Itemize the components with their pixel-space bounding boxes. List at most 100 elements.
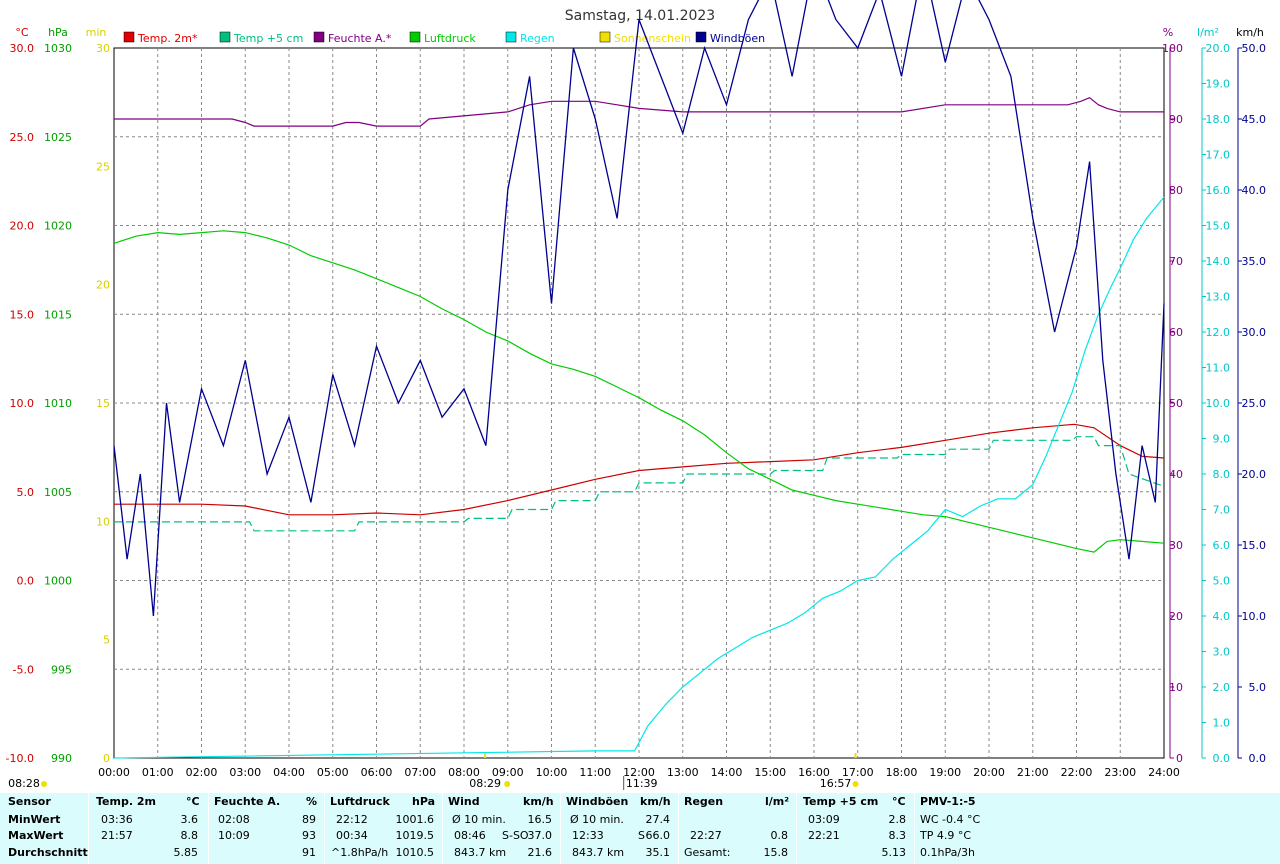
sunshine-tick-label: 15 xyxy=(96,397,110,410)
row-label-avg: Durchschnitt xyxy=(8,846,88,859)
pressure-tick-label: 990 xyxy=(51,752,72,765)
x-tick-label: 24:00 xyxy=(1148,766,1180,779)
x-tick-label: 06:00 xyxy=(361,766,393,779)
left-time-label: 08:28 xyxy=(8,777,40,790)
x-tick-label: 15:00 xyxy=(754,766,786,779)
humidity-tick-label: 70 xyxy=(1169,255,1183,268)
pressure-tick-label: 1020 xyxy=(44,220,72,233)
wind-tick-label: 25.0 xyxy=(1242,397,1267,410)
rain-header: Regen xyxy=(684,795,724,808)
wind-max-time: 08:46 xyxy=(454,829,486,842)
wind-min: 16.5 xyxy=(527,813,553,826)
x-tick-label: 00:00 xyxy=(98,766,130,779)
pmv-dewpoint: TP 4.9 °C xyxy=(920,829,972,842)
gusts-header: Windböen xyxy=(566,795,629,808)
rain-tick-label: 9.0 xyxy=(1213,433,1231,446)
x-tick-label: 01:00 xyxy=(142,766,174,779)
rain-unit-label: l/m² xyxy=(1197,26,1219,39)
pmv-header: PMV-1:-5 xyxy=(920,795,976,808)
rain-tick-label: 20.0 xyxy=(1206,42,1231,55)
rain-tick-label: 14.0 xyxy=(1206,255,1231,268)
humidity-tick-label: 50 xyxy=(1169,397,1183,410)
humidity-tick-label: 90 xyxy=(1169,113,1183,126)
wind-tick-label: 10.0 xyxy=(1242,610,1267,623)
rain-tick-label: 4.0 xyxy=(1213,610,1231,623)
wind-unit: km/h xyxy=(523,795,554,808)
temp2m-max: 8.8 xyxy=(180,829,199,842)
x-tick-label: 10:00 xyxy=(536,766,568,779)
legend-label: Feuchte A.* xyxy=(328,32,392,45)
rain-tick-label: 12.0 xyxy=(1206,326,1231,339)
pressure-tick-label: 1030 xyxy=(44,42,72,55)
pressure-trend: ^1.8hPa/h xyxy=(331,846,389,859)
pressure-tick-label: 995 xyxy=(51,663,72,676)
x-tick-label: 11:00 xyxy=(579,766,611,779)
pmv-pressure-trend: 0.1hPa/3h xyxy=(920,846,976,859)
sunset-icon xyxy=(852,781,859,787)
temp-tick-label: 25.0 xyxy=(10,131,35,144)
sunshine-unit-label: min xyxy=(86,26,107,39)
temp-tick-label: 15.0 xyxy=(10,308,35,321)
temp2m-min-time: 03:36 xyxy=(101,813,133,826)
rain-tick-label: 18.0 xyxy=(1206,113,1231,126)
sunrise-icon xyxy=(504,781,511,787)
rain-tick-label: 0.0 xyxy=(1213,752,1231,765)
rain-tick-label: 8.0 xyxy=(1213,468,1231,481)
legend-swatch xyxy=(219,31,231,43)
sunshine-tick-label: 5 xyxy=(103,634,110,647)
rain-tick-label: 7.0 xyxy=(1213,504,1231,517)
pressure-avg: 1010.5 xyxy=(395,846,435,859)
gusts-max-time: 12:33 xyxy=(572,829,604,842)
legend-swatch xyxy=(123,31,135,43)
statistics-table: Sensor MinWert MaxWert Durchschnitt Temp… xyxy=(0,793,1280,864)
legend-swatch xyxy=(409,31,421,43)
sunrise-label: 08:29 xyxy=(469,777,501,790)
x-tick-label: 22:00 xyxy=(1061,766,1093,779)
temp-tick-label: 0.0 xyxy=(17,575,35,588)
x-tick-label: 19:00 xyxy=(929,766,961,779)
humidity-tick-label: 60 xyxy=(1169,326,1183,339)
gusts-min-label: Ø 10 min. xyxy=(570,813,624,826)
row-label-max: MaxWert xyxy=(8,829,64,842)
wind-avg: 21.6 xyxy=(527,846,553,859)
wind-tick-label: 50.0 xyxy=(1242,42,1267,55)
legend-swatch xyxy=(313,31,325,43)
legend-label: Temp +5 cm xyxy=(233,32,303,45)
temp2m-header: Temp. 2m xyxy=(96,795,156,808)
rain-tick-label: 5.0 xyxy=(1213,575,1231,588)
rain-tick-label: 6.0 xyxy=(1213,539,1231,552)
humidity-max-time: 10:09 xyxy=(218,829,250,842)
sunshine-tick-label: 20 xyxy=(96,279,110,292)
temp-tick-label: -10.0 xyxy=(6,752,34,765)
x-tick-label: 04:00 xyxy=(273,766,305,779)
temp5cm-min: 2.8 xyxy=(888,813,907,826)
humidity-unit-label: % xyxy=(1163,26,1173,39)
pressure-unit-label: hPa xyxy=(48,26,68,39)
humidity-tick-label: 100 xyxy=(1162,42,1183,55)
temp5cm-max: 8.3 xyxy=(888,829,907,842)
gusts-unit: km/h xyxy=(640,795,671,808)
humidity-min-time: 02:08 xyxy=(218,813,250,826)
temp5cm-unit: °C xyxy=(892,795,906,808)
wind-tick-label: 45.0 xyxy=(1242,113,1267,126)
sunset-tick xyxy=(854,753,857,758)
rain-tick-label: 11.0 xyxy=(1206,362,1231,375)
humidity-tick-label: 0 xyxy=(1176,752,1183,765)
rain-tick-label: 2.0 xyxy=(1213,681,1231,694)
rain-tick-label: 3.0 xyxy=(1213,646,1231,659)
x-tick-label: 02:00 xyxy=(186,766,218,779)
legend-swatch xyxy=(695,31,707,43)
x-tick-label: 05:00 xyxy=(317,766,349,779)
chart-legend: Temp. 2m* Temp +5 cm Feuchte A.* Luftdruck R… xyxy=(123,31,765,45)
legend-label: Sonnenschein xyxy=(614,32,691,45)
humidity-tick-label: 20 xyxy=(1169,610,1183,623)
wind-tick-label: 15.0 xyxy=(1242,539,1267,552)
pressure-min: 1001.6 xyxy=(395,813,435,826)
gusts-avg: 35.1 xyxy=(645,846,671,859)
pressure-tick-label: 1025 xyxy=(44,131,72,144)
gusts-distance: 843.7 km xyxy=(572,846,625,859)
rain-unit: l/m² xyxy=(765,795,790,808)
wind-unit-label: km/h xyxy=(1236,26,1264,39)
rain-tick-label: 17.0 xyxy=(1206,149,1231,162)
sunshine-tick-label: 10 xyxy=(96,515,110,528)
